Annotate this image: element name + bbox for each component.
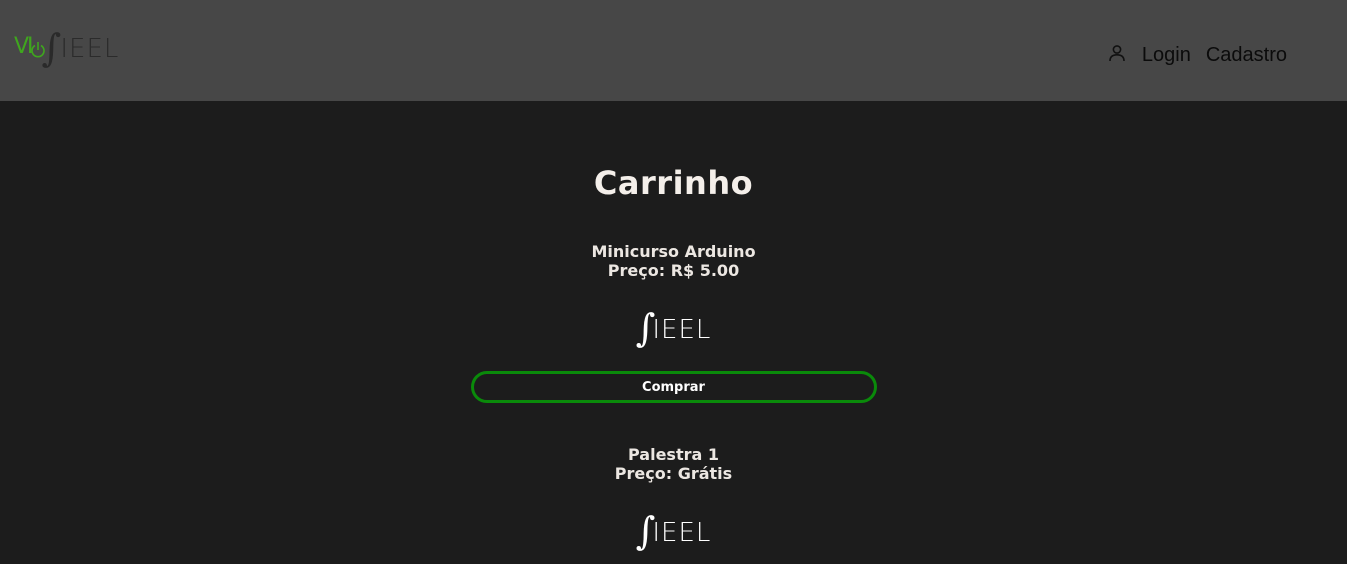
- buy-button[interactable]: Comprar: [470, 371, 877, 403]
- user-icon[interactable]: [1108, 44, 1126, 62]
- nav-menu: Login Cadastro: [1108, 44, 1287, 67]
- item-price: Preço: R$ 5.00: [607, 261, 740, 280]
- header-bar: VI ∫ IEEL Login Cadastro: [0, 0, 1347, 101]
- item-logo: ∫ IEEL: [0, 509, 1347, 553]
- item-name: Minicurso Arduino: [591, 242, 756, 261]
- cart-item: Palestra 1 Preço: Grátis ∫ IEEL: [0, 445, 1347, 553]
- page-title: Carrinho: [593, 164, 754, 202]
- signup-link[interactable]: Cadastro: [1206, 44, 1287, 67]
- site-logo[interactable]: VI ∫ IEEL: [14, 26, 120, 70]
- logo-text: IEEL: [60, 34, 120, 64]
- cart-item: Minicurso Arduino Preço: R$ 5.00 ∫ IEEL …: [0, 242, 1347, 403]
- logo-integral: ∫: [41, 26, 62, 70]
- login-link[interactable]: Login: [1142, 44, 1191, 67]
- logo-text: IEEL: [652, 315, 712, 345]
- logo-text: IEEL: [652, 518, 712, 548]
- item-logo: ∫ IEEL: [0, 306, 1347, 350]
- item-name: Palestra 1: [628, 445, 719, 464]
- item-price: Preço: Grátis: [614, 464, 733, 483]
